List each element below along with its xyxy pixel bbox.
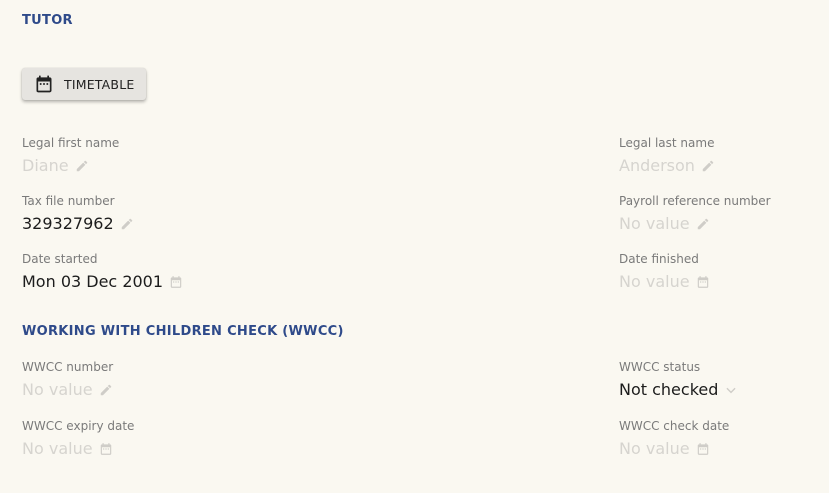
field-value-text: No value — [619, 272, 690, 291]
field-label: Payroll reference number — [619, 194, 771, 208]
pencil-icon[interactable] — [120, 217, 134, 231]
wwcc-status-select[interactable]: Not checked — [619, 381, 738, 399]
field-legal-last-name: Legal last name Anderson — [619, 136, 715, 175]
pencil-icon[interactable] — [701, 159, 715, 173]
legal-last-name-value[interactable]: Anderson — [619, 157, 715, 175]
field-label: WWCC check date — [619, 419, 730, 433]
field-legal-first-name: Legal first name Diane — [22, 136, 119, 175]
wwcc-number-value[interactable]: No value — [22, 381, 113, 399]
section-title-wwcc: WORKING WITH CHILDREN CHECK (WWCC) — [22, 324, 344, 339]
section-title-tutor: TUTOR — [22, 13, 73, 28]
field-wwcc-number: WWCC number No value — [22, 360, 113, 399]
calendar-icon[interactable] — [696, 442, 710, 456]
pencil-icon[interactable] — [99, 383, 113, 397]
legal-first-name-value[interactable]: Diane — [22, 157, 119, 175]
field-label: WWCC status — [619, 360, 701, 374]
payroll-reference-number-value[interactable]: No value — [619, 215, 771, 233]
field-value-text: Not checked — [619, 380, 719, 399]
chevron-down-icon[interactable] — [724, 383, 738, 397]
date-finished-value[interactable]: No value — [619, 273, 710, 291]
pencil-icon[interactable] — [696, 217, 710, 231]
field-value-text: No value — [619, 439, 690, 458]
field-wwcc-check-date: WWCC check date No value — [619, 419, 729, 458]
field-label: Legal first name — [22, 136, 120, 150]
field-value-text: Anderson — [619, 156, 695, 175]
field-wwcc-status: WWCC status Not checked — [619, 360, 738, 399]
field-label: Date finished — [619, 252, 699, 266]
wwcc-check-date-value[interactable]: No value — [619, 440, 729, 458]
date-started-value[interactable]: Mon 03 Dec 2001 — [22, 273, 183, 291]
calendar-icon[interactable] — [99, 442, 113, 456]
calendar-icon[interactable] — [696, 275, 710, 289]
tutor-page: TUTOR TIMETABLE Legal first name Diane L… — [0, 0, 829, 493]
field-label: Date started — [22, 252, 98, 266]
field-value-text: No value — [619, 214, 690, 233]
field-value-text: 329327962 — [22, 214, 114, 233]
field-label: WWCC number — [22, 360, 114, 374]
field-value-text: No value — [22, 439, 93, 458]
field-label: Tax file number — [22, 194, 115, 208]
tax-file-number-value[interactable]: 329327962 — [22, 215, 134, 233]
timetable-button[interactable]: TIMETABLE — [22, 68, 146, 100]
timetable-button-label: TIMETABLE — [64, 76, 135, 92]
calendar-icon[interactable] — [169, 275, 183, 289]
field-tax-file-number: Tax file number 329327962 — [22, 194, 134, 233]
field-label: Legal last name — [619, 136, 715, 150]
field-value-text: Mon 03 Dec 2001 — [22, 272, 164, 291]
field-wwcc-expiry-date: WWCC expiry date No value — [22, 419, 134, 458]
field-label: WWCC expiry date — [22, 419, 135, 433]
field-value-text: No value — [22, 380, 93, 399]
wwcc-expiry-date-value[interactable]: No value — [22, 440, 134, 458]
calendar-icon — [34, 74, 54, 94]
field-value-text: Diane — [22, 156, 69, 175]
pencil-icon[interactable] — [75, 159, 89, 173]
field-date-finished: Date finished No value — [619, 252, 710, 291]
field-payroll-reference-number: Payroll reference number No value — [619, 194, 771, 233]
field-date-started: Date started Mon 03 Dec 2001 — [22, 252, 183, 291]
